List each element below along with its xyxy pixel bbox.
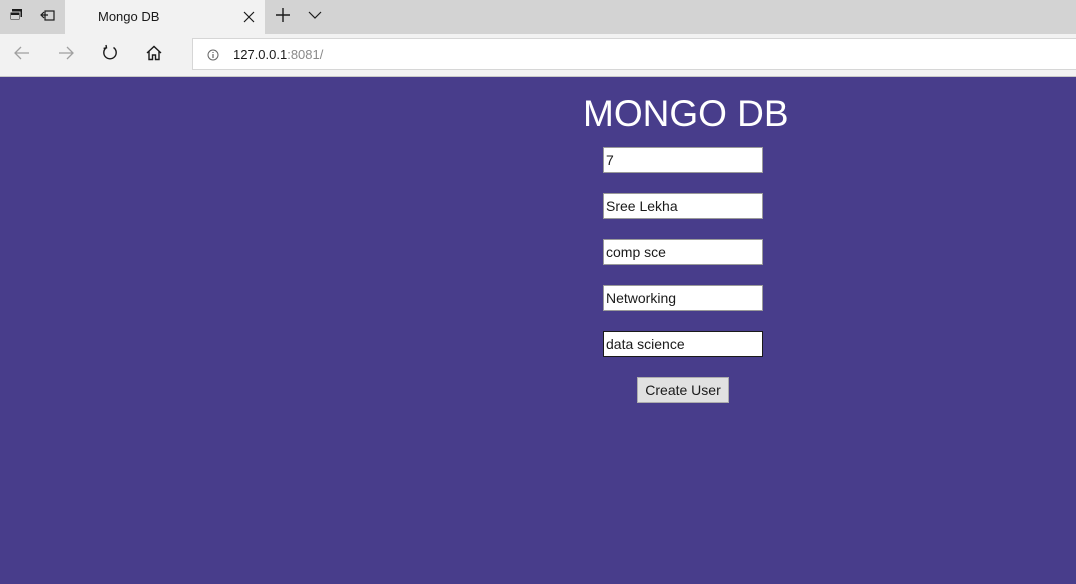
tabs-aside-icon [40, 7, 56, 28]
chevron-down-icon [307, 7, 323, 28]
home-button[interactable] [141, 43, 167, 67]
page-title: MONGO DB [583, 93, 789, 134]
plus-icon [275, 7, 291, 28]
back-button[interactable] [9, 43, 35, 67]
arrow-left-icon [13, 44, 31, 67]
home-icon [145, 44, 163, 67]
navigation-bar: 127.0.0.1:8081/ [0, 34, 1076, 77]
url-port-path: :8081/ [287, 47, 324, 62]
window-stack-icon [8, 7, 24, 28]
create-user-button[interactable]: Create User [637, 377, 729, 403]
info-icon[interactable] [207, 48, 219, 66]
tab-list-button[interactable] [299, 0, 331, 34]
new-tab-button[interactable] [267, 0, 299, 34]
department-input[interactable] [603, 239, 763, 265]
page-content: MONGO DB Create User [0, 77, 1076, 584]
arrow-right-icon [57, 44, 75, 67]
tab-strip: Mongo DB [0, 0, 1076, 34]
url-text: 127.0.0.1:8081/ [233, 47, 323, 62]
refresh-button[interactable] [97, 43, 123, 67]
interest-input[interactable] [603, 331, 763, 357]
tab-mongo-db[interactable]: Mongo DB [65, 0, 265, 34]
name-input[interactable] [603, 193, 763, 219]
refresh-icon [101, 44, 119, 67]
set-tabs-aside-button[interactable] [32, 0, 64, 34]
tab-title: Mongo DB [98, 9, 160, 24]
forward-button[interactable] [53, 43, 79, 67]
user-id-input[interactable] [603, 147, 763, 173]
url-host: 127.0.0.1 [233, 47, 288, 62]
tab-actions-button[interactable] [0, 0, 32, 34]
address-bar[interactable]: 127.0.0.1:8081/ [192, 38, 1076, 70]
close-tab-icon[interactable] [241, 9, 257, 25]
subject-input[interactable] [603, 285, 763, 311]
